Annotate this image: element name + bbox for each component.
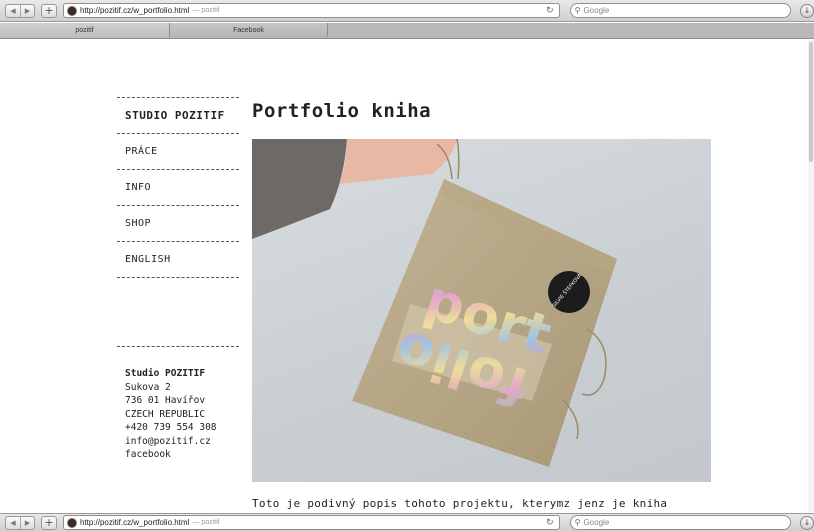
project-description: Toto je podivný popis tohoto projektu, k… <box>252 497 668 510</box>
contact-street: Sukova 2 <box>125 381 171 393</box>
browser-toolbar: ◀ ▶ + http://pozitif.cz/w_portfolio.html… <box>0 0 814 22</box>
contact-name: Studio POZITIF <box>125 368 206 379</box>
nav-item-english[interactable]: ENGLISH <box>117 241 239 277</box>
reload-icon[interactable]: ↻ <box>546 5 554 16</box>
search-field-bottom[interactable]: ⚲ Google <box>569 515 792 530</box>
url-text[interactable]: http://pozitif.cz/w_portfolio.html <box>80 6 189 15</box>
back-forward-buttons-bottom[interactable]: ◀ ▶ <box>5 515 35 530</box>
tab-bar: pozitif Facebook <box>0 23 814 39</box>
back-forward-buttons[interactable]: ◀ ▶ <box>5 3 35 18</box>
contact-facebook-link[interactable]: facebook <box>125 448 239 462</box>
back-icon[interactable]: ◀ <box>6 5 20 17</box>
address-bar[interactable]: http://pozitif.cz/w_portfolio.html — poz… <box>62 3 560 18</box>
downloads-icon[interactable]: ↓ <box>800 3 814 18</box>
tab-facebook[interactable]: Facebook <box>170 23 328 38</box>
forward-icon[interactable]: ▶ <box>20 4 34 17</box>
project-photo: port folio SILVIE ŠTEFKOVÁ <box>252 139 711 482</box>
nav-item-info[interactable]: INFO <box>117 169 239 205</box>
tab-pozitif[interactable]: pozitif <box>0 23 170 38</box>
add-bookmark-button[interactable]: + <box>41 3 57 18</box>
contact-email[interactable]: info@pozitif.cz <box>125 435 239 449</box>
sidebar-nav: STUDIO POZITIF PRÁCE INFO SHOP ENGLISH <box>117 97 239 278</box>
nav-item-shop[interactable]: SHOP <box>117 205 239 241</box>
add-bookmark-button-bottom[interactable]: + <box>41 515 57 530</box>
browser-toolbar-bottom: ◀ ▶ + http://pozitif.cz/w_portfolio.html… <box>0 513 814 531</box>
address-bar-bottom[interactable]: http://pozitif.cz/w_portfolio.html — poz… <box>62 515 560 530</box>
search-icon: ⚲ <box>574 518 581 527</box>
search-placeholder: Google <box>583 6 610 15</box>
reload-icon[interactable]: ↻ <box>546 517 554 528</box>
site-favicon-icon <box>66 5 77 16</box>
nav-item-studio-pozitif[interactable]: STUDIO POZITIF <box>117 97 239 133</box>
nav-item-prace[interactable]: PRÁCE <box>117 133 239 169</box>
site-favicon-icon <box>66 517 77 528</box>
contact-country: CZECH REPUBLIC <box>125 408 206 420</box>
back-icon[interactable]: ◀ <box>6 517 20 529</box>
contact-block: Studio POZITIF Sukova 2 736 01 Havířov C… <box>117 346 239 462</box>
search-icon: ⚲ <box>574 6 581 15</box>
page-title-hint-bottom: — pozitif <box>192 519 220 526</box>
contact-city: 736 01 Havířov <box>125 395 206 406</box>
search-field[interactable]: ⚲ Google <box>569 3 792 18</box>
scrollbar-thumb[interactable] <box>809 42 813 162</box>
url-text-bottom[interactable]: http://pozitif.cz/w_portfolio.html <box>80 518 189 527</box>
downloads-icon[interactable]: ↓ <box>800 515 814 530</box>
contact-phone: +420 739 554 308 <box>125 422 217 433</box>
search-placeholder-bottom: Google <box>583 518 610 527</box>
page-title-hint: — pozitif <box>192 7 220 14</box>
page-title: Portfolio kniha <box>252 100 432 122</box>
forward-icon[interactable]: ▶ <box>20 516 34 529</box>
